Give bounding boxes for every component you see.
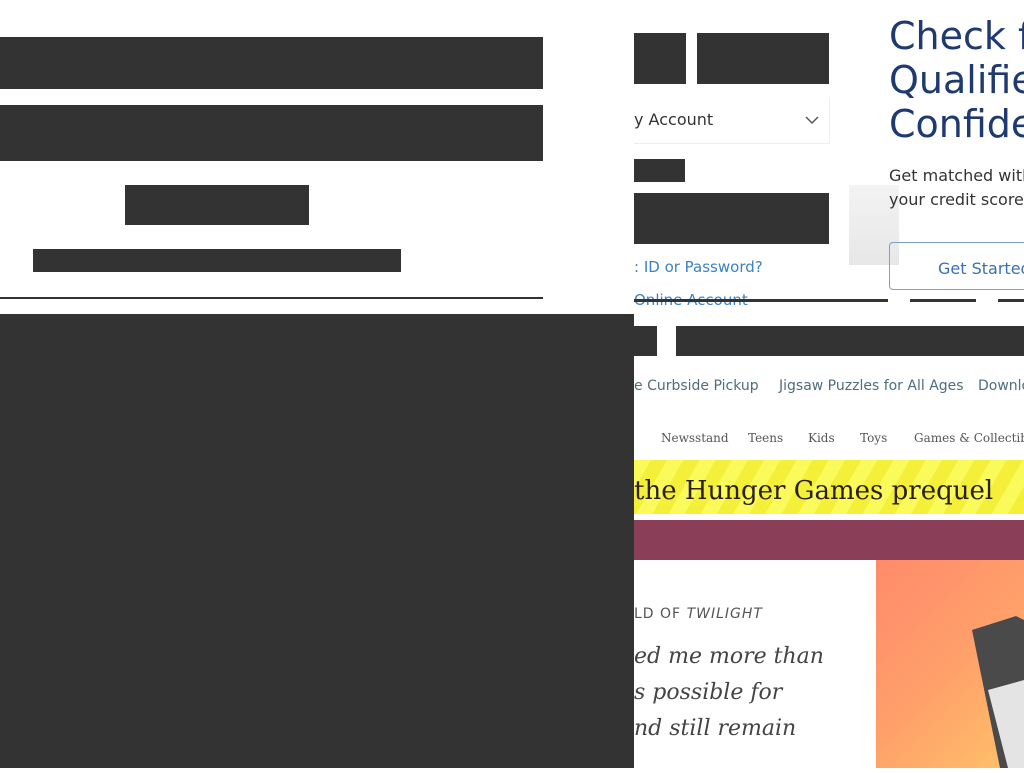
account-select[interactable]: y Account xyxy=(634,97,830,144)
ad-title-line-1: Check fo xyxy=(889,14,1024,58)
nav-curbside-pickup[interactable]: e Curbside Pickup xyxy=(634,378,759,394)
account-select-value: y Account xyxy=(634,110,714,129)
nav-toys[interactable]: Toys xyxy=(860,431,887,445)
nav-teens[interactable]: Teens xyxy=(748,431,783,445)
redacted-button-1[interactable] xyxy=(634,33,686,84)
get-started-button[interactable]: Get Started xyxy=(889,242,1024,290)
ad-body-line-1: Get matched with g xyxy=(889,166,1024,185)
redacted-block-header xyxy=(0,37,543,89)
redacted-block-caption xyxy=(33,249,401,272)
redacted-main-panel xyxy=(0,314,634,768)
nav-kids[interactable]: Kids xyxy=(808,431,835,445)
nav-downloads[interactable]: Downlo xyxy=(978,378,1024,394)
divider-line xyxy=(0,297,543,299)
feature-quote-line-1: ed me more than xyxy=(634,644,824,669)
redacted-sign-in-button[interactable] xyxy=(634,193,829,244)
promo-strip xyxy=(634,520,1024,560)
redacted-button-2[interactable] xyxy=(697,33,829,84)
book-cover-image[interactable] xyxy=(876,560,1024,768)
redacted-nav-bar-seg xyxy=(910,299,976,302)
redacted-nav-bar-seg-2 xyxy=(998,299,1024,302)
redacted-search-bar[interactable] xyxy=(676,326,1024,356)
nav-games-collectibles[interactable]: Games & Collectibles xyxy=(914,431,1024,445)
redacted-block-label xyxy=(125,185,309,225)
redacted-label-small xyxy=(634,159,685,182)
forgot-credentials-link[interactable]: : ID or Password? xyxy=(634,258,763,276)
redacted-nav-left xyxy=(634,326,657,356)
redacted-block-heading xyxy=(0,105,543,161)
redacted-nav-bar-top xyxy=(634,299,888,302)
ad-title-line-3: Confide xyxy=(889,102,1024,146)
nav-newsstand[interactable]: Newsstand xyxy=(661,431,729,445)
feature-kicker-prefix: LD OF xyxy=(634,606,687,622)
promo-banner-text[interactable]: the Hunger Games prequel xyxy=(634,476,993,506)
feature-quote-line-3: nd still remain xyxy=(634,716,797,741)
book-cover-art xyxy=(972,616,1024,768)
feature-kicker-title: TWILIGHT xyxy=(686,606,763,622)
nav-jigsaw-puzzles[interactable]: Jigsaw Puzzles for All Ages xyxy=(779,378,964,394)
ad-body-line-2: your credit score. xyxy=(889,190,1024,209)
chevron-down-icon xyxy=(805,116,819,125)
ad-title-line-2: Qualified xyxy=(889,58,1024,102)
feature-kicker: LD OF TWILIGHT xyxy=(634,606,763,622)
feature-quote-line-2: s possible for xyxy=(634,680,783,705)
